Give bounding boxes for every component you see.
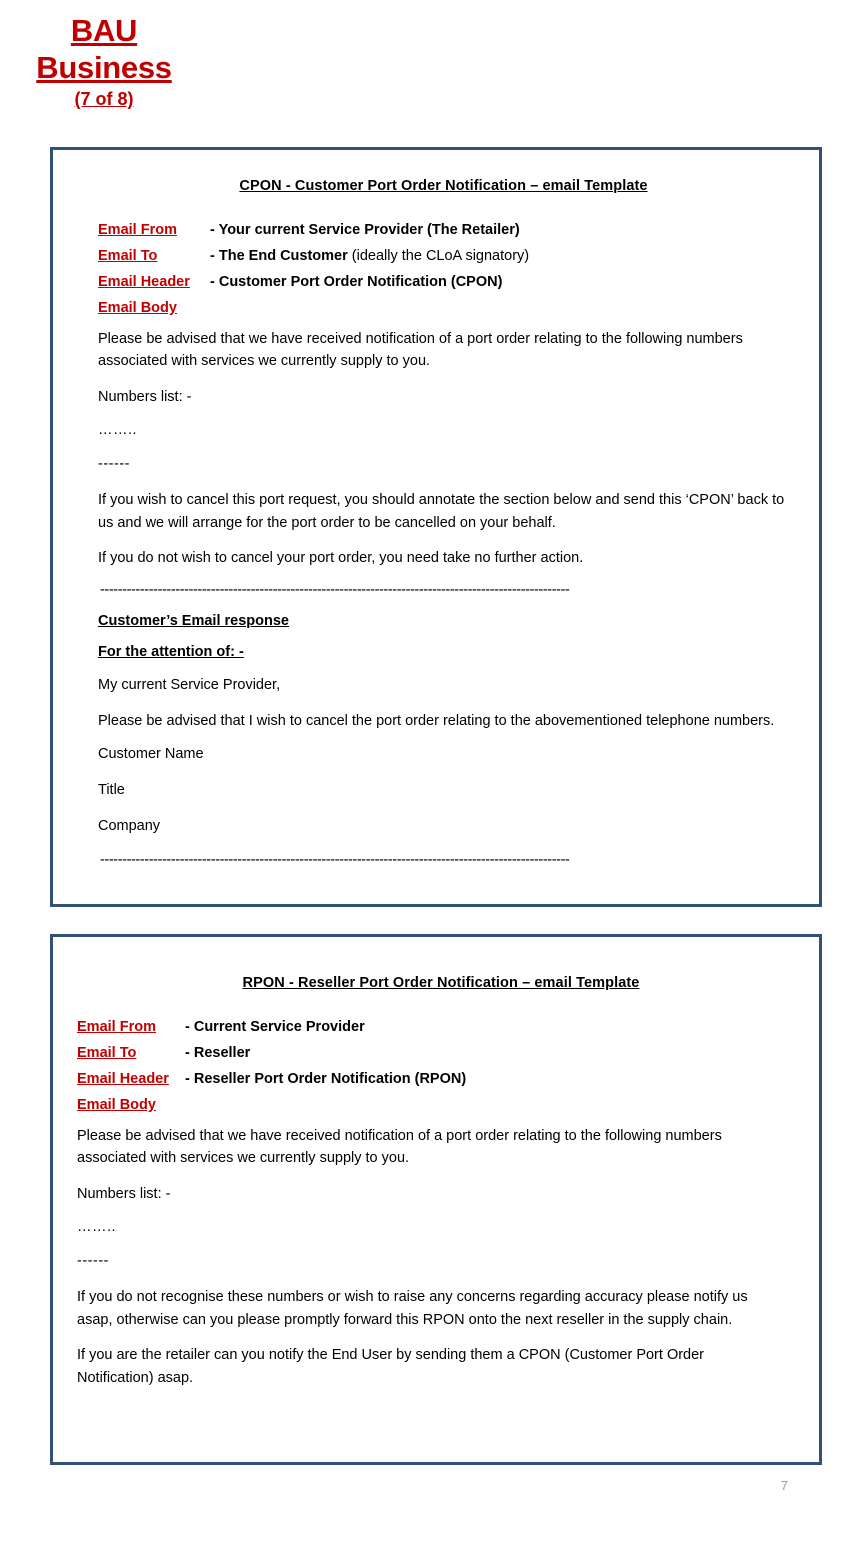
cpon-box-content: CPON - Customer Port Order Notification …: [53, 150, 819, 869]
rpon-numbers-placeholder-dots: ……..: [77, 1219, 117, 1236]
rpon-numbers-list-label: Numbers list: -: [77, 1185, 171, 1202]
cpon-response-heading: Customer’s Email response: [98, 613, 289, 630]
cpon-template-box: CPON - Customer Port Order Notification …: [50, 147, 822, 907]
cpon-field-email-body-label: Email Body: [98, 300, 177, 316]
cpon-signature-title: Title: [98, 782, 125, 799]
cpon-field-email-from: Email From - Your current Service Provid…: [98, 222, 789, 238]
cpon-field-email-from-label: Email From: [98, 222, 177, 238]
slide-title: BAU Business (7 of 8): [14, 13, 194, 110]
page-number: 7: [780, 1478, 788, 1493]
rpon-field-email-header: Email Header - Reseller Port Order Notif…: [77, 1071, 789, 1087]
cpon-heading: CPON - Customer Port Order Notification …: [239, 178, 648, 194]
rpon-field-email-body-label: Email Body: [77, 1097, 156, 1113]
rpon-email-body-content: Please be advised that we have received …: [77, 1125, 789, 1389]
cpon-attention-heading-wrap: For the attention of: -: [98, 643, 789, 674]
rpon-paragraph-retailer-cpon: If you are the retailer can you notify t…: [77, 1347, 705, 1386]
rpon-field-email-to-value-strong: - Reseller: [185, 1045, 251, 1061]
cpon-field-email-to-value-plain: (ideally the CLoA signatory): [351, 248, 530, 264]
rpon-template-box: RPON - Reseller Port Order Notification …: [50, 934, 822, 1465]
rpon-field-email-from-value-strong: - Current Service Provider: [185, 1019, 365, 1035]
rpon-field-email-from: Email From - Current Service Provider: [77, 1019, 789, 1035]
cpon-field-email-to: Email To - The End Customer (ideally the…: [98, 248, 789, 264]
cpon-field-email-header-value: - Customer Port Order Notification (CPON…: [210, 274, 502, 290]
rpon-field-email-from-label: Email From: [77, 1019, 156, 1035]
rpon-email-fields: Email From - Current Service Provider Em…: [77, 1019, 789, 1113]
rpon-numbers-placeholder-dashes: ------: [77, 1253, 109, 1270]
cpon-signature-customer-name: Customer Name: [98, 746, 204, 763]
cpon-email-fields: Email From - Your current Service Provid…: [98, 222, 789, 316]
cpon-salutation: My current Service Provider,: [98, 677, 281, 694]
cpon-field-email-body: Email Body: [98, 300, 789, 316]
cpon-paragraph-intro: Please be advised that we have received …: [98, 331, 743, 370]
cpon-numbers-placeholder-dots: ……..: [98, 422, 138, 439]
cpon-numbers-list-label: Numbers list: -: [98, 388, 192, 405]
cpon-numbers-placeholder-dashes: ------: [98, 456, 130, 473]
rpon-field-email-to-label: Email To: [77, 1045, 137, 1061]
rpon-field-email-header-value-strong: - Reseller Port Order Notification (RPON…: [185, 1071, 467, 1087]
rpon-heading: RPON - Reseller Port Order Notification …: [242, 975, 640, 991]
cpon-paragraph-cancel-instructions: If you wish to cancel this port request,…: [98, 492, 785, 531]
cpon-email-body-content: Please be advised that we have received …: [98, 328, 789, 869]
cpon-divider-bottom: ----------------------------------------…: [100, 852, 570, 868]
rpon-paragraph-intro: Please be advised that we have received …: [77, 1128, 722, 1167]
cpon-field-email-from-value: - Your current Service Provider (The Ret…: [210, 222, 520, 238]
cpon-divider-top: ----------------------------------------…: [100, 582, 570, 598]
cpon-field-email-to-value-strong: - The End Customer: [210, 248, 352, 264]
slide-title-page-indicator: (7 of 8): [74, 89, 134, 110]
rpon-paragraph-recognise-numbers: If you do not recognise these numbers or…: [77, 1289, 748, 1328]
rpon-field-email-to-value: - Reseller: [185, 1045, 250, 1061]
cpon-field-email-to-label: Email To: [98, 248, 158, 264]
cpon-paragraph-customer-cancel: Please be advised that I wish to cancel …: [98, 712, 775, 729]
cpon-field-email-header-value-strong: - Customer Port Order Notification (CPON…: [210, 274, 503, 290]
rpon-field-email-to: Email To - Reseller: [77, 1045, 789, 1061]
rpon-field-email-header-value: - Reseller Port Order Notification (RPON…: [185, 1071, 466, 1087]
cpon-field-email-from-value-strong: - Your current Service Provider (The Ret…: [210, 222, 520, 238]
cpon-field-email-to-value: - The End Customer (ideally the CLoA sig…: [210, 248, 529, 264]
rpon-box-content: RPON - Reseller Port Order Notification …: [53, 937, 819, 1389]
cpon-field-email-header-label: Email Header: [98, 274, 190, 290]
cpon-response-heading-wrap: Customer’s Email response: [98, 612, 789, 643]
cpon-signature-company: Company: [98, 818, 161, 835]
cpon-attention-heading: For the attention of: -: [98, 644, 244, 661]
slide-title-line-1: BAU: [70, 13, 138, 48]
rpon-field-email-header-label: Email Header: [77, 1071, 169, 1087]
rpon-field-email-body: Email Body: [77, 1097, 789, 1113]
cpon-field-email-header: Email Header - Customer Port Order Notif…: [98, 274, 789, 290]
slide-title-line-2: Business: [36, 49, 172, 85]
rpon-field-email-from-value: - Current Service Provider: [185, 1019, 365, 1035]
cpon-paragraph-no-action: If you do not wish to cancel your port o…: [98, 550, 584, 567]
